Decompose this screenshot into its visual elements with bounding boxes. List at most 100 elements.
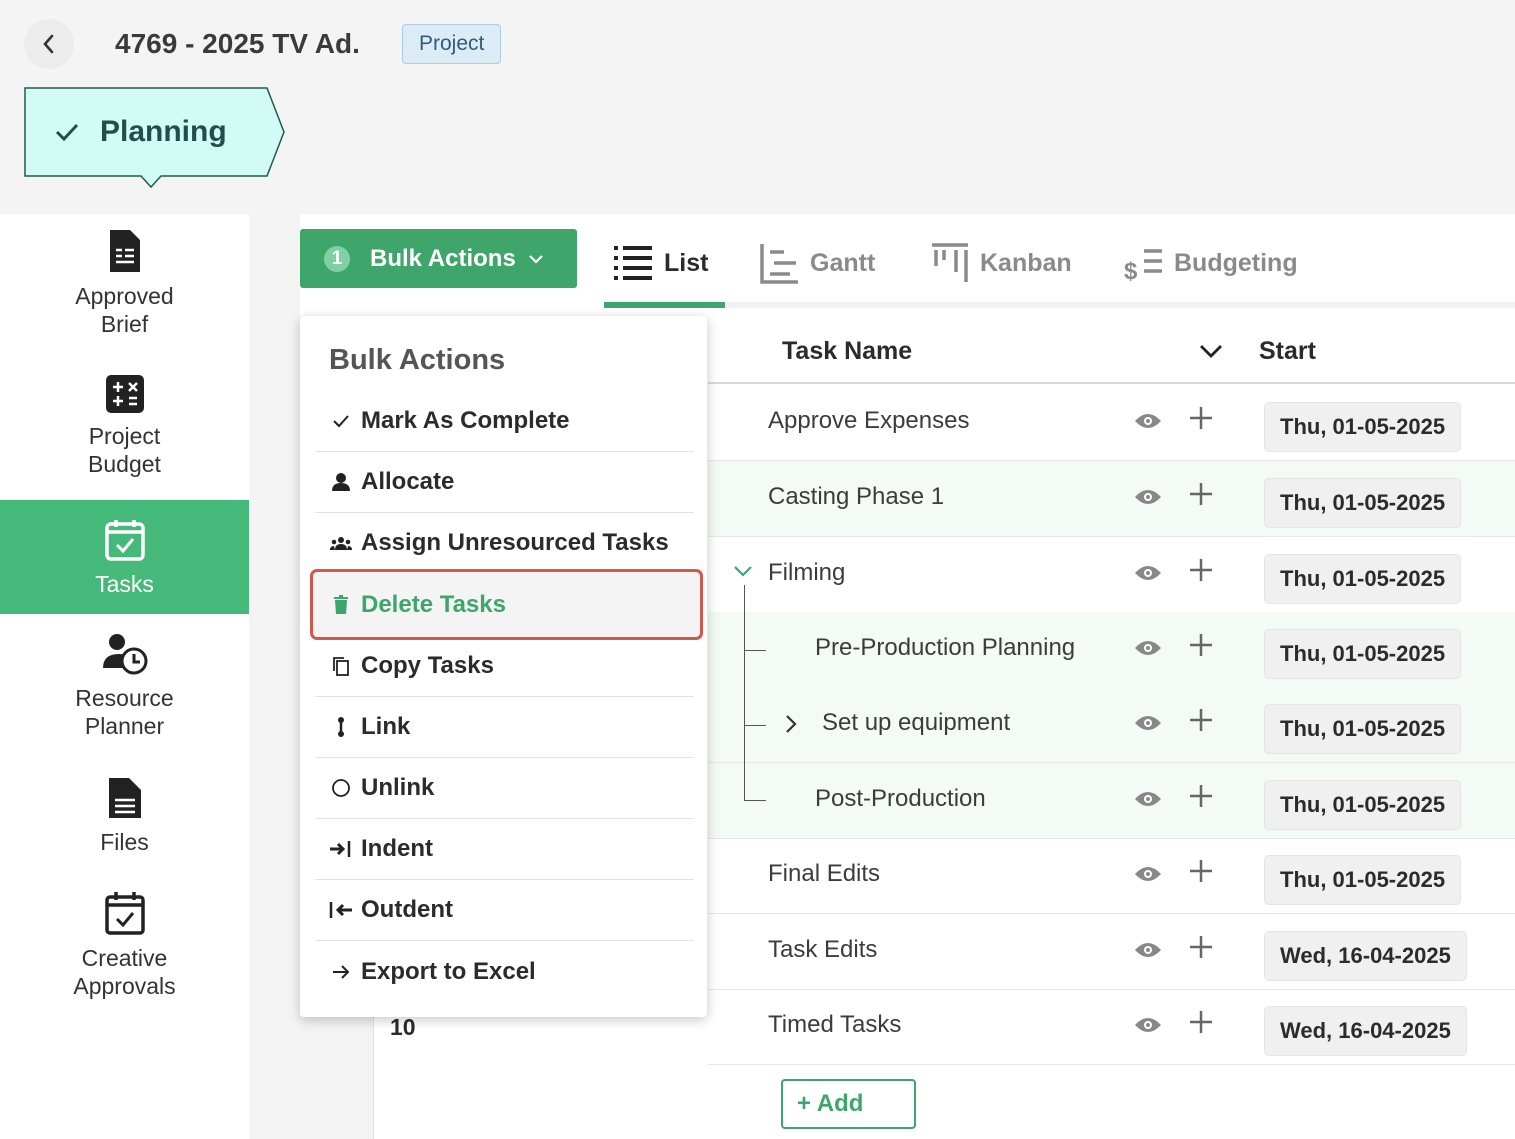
sidebar-item-resource-planner[interactable]: Resource Planner [0, 632, 249, 762]
plus-icon[interactable] [1188, 557, 1214, 583]
eye-icon[interactable] [1134, 940, 1162, 960]
task-name[interactable]: Post-Production [815, 785, 986, 813]
check-icon [329, 414, 353, 428]
menu-item-label: Mark As Complete [361, 407, 570, 434]
start-date[interactable]: Thu, 01-05-2025 [1264, 478, 1462, 528]
tab-budgeting[interactable]: $ Budgeting [1124, 238, 1298, 288]
sidebar-item-label: Approved Brief [75, 283, 174, 337]
plus-icon[interactable] [1188, 858, 1214, 884]
list-icon [614, 246, 652, 280]
task-name[interactable]: Final Edits [768, 860, 880, 888]
table-row[interactable]: Approve Expenses Thu, 01-05-2025 [708, 385, 1515, 461]
task-name[interactable]: Filming [768, 559, 845, 587]
tab-gantt[interactable]: Gantt [760, 238, 875, 288]
menu-item-link[interactable]: Link [315, 697, 694, 758]
stage-planning[interactable]: Planning [24, 87, 286, 189]
menu-item-delete-tasks[interactable]: Delete Tasks [310, 569, 703, 640]
calendar-check-icon [104, 892, 145, 935]
plus-icon[interactable] [1188, 632, 1214, 658]
menu-item-assign-unresourced[interactable]: Assign Unresourced Tasks [315, 513, 694, 574]
menu-item-outdent[interactable]: Outdent [315, 880, 694, 941]
menu-item-label: Assign Unresourced Tasks [361, 529, 669, 556]
task-name[interactable]: Pre-Production Planning [815, 634, 1075, 662]
table-row[interactable]: Set up equipment Thu, 01-05-2025 [708, 687, 1515, 763]
tab-label: Kanban [980, 248, 1072, 277]
start-date[interactable]: Thu, 01-05-2025 [1264, 402, 1462, 452]
task-name[interactable]: Timed Tasks [768, 1011, 901, 1039]
column-header-task-name[interactable]: Task Name [782, 337, 912, 366]
plus-icon[interactable] [1188, 481, 1214, 507]
table-row[interactable]: Final Edits Thu, 01-05-2025 [708, 838, 1515, 914]
calendar-check-icon [104, 520, 145, 561]
plus-icon[interactable] [1188, 783, 1214, 809]
table-row[interactable]: Timed Tasks Wed, 16-04-2025 [708, 989, 1515, 1065]
eye-icon[interactable] [1134, 487, 1162, 507]
start-date[interactable]: Thu, 01-05-2025 [1264, 629, 1462, 679]
header-divider [708, 382, 1515, 384]
chevron-down-icon[interactable] [733, 565, 753, 579]
table-row[interactable]: Task Edits Wed, 16-04-2025 [708, 914, 1515, 990]
start-date[interactable]: Wed, 16-04-2025 [1264, 1006, 1467, 1056]
eye-icon[interactable] [1134, 789, 1162, 809]
bulk-actions-button[interactable]: 1 Bulk Actions [300, 229, 577, 288]
user-icon [329, 472, 353, 492]
back-button[interactable] [24, 19, 74, 69]
menu-item-export-excel[interactable]: Export to Excel [315, 941, 694, 1002]
task-name[interactable]: Task Edits [768, 936, 877, 964]
chevron-left-icon [43, 34, 54, 54]
sidebar-item-files[interactable]: Files [0, 776, 249, 881]
task-name[interactable]: Casting Phase 1 [768, 483, 944, 511]
menu-item-allocate[interactable]: Allocate [315, 452, 694, 513]
plus-icon[interactable] [1188, 934, 1214, 960]
kanban-icon [932, 243, 968, 282]
eye-icon[interactable] [1134, 563, 1162, 583]
start-date[interactable]: Thu, 01-05-2025 [1264, 704, 1462, 754]
eye-icon[interactable] [1134, 411, 1162, 431]
table-row[interactable]: Pre-Production Planning Thu, 01-05-2025 [708, 612, 1515, 688]
menu-item-label: Unlink [361, 774, 435, 801]
tab-label: Gantt [810, 248, 876, 277]
eye-icon[interactable] [1134, 638, 1162, 658]
plus-icon[interactable] [1188, 1009, 1214, 1035]
eye-icon[interactable] [1134, 713, 1162, 733]
table-row[interactable]: Filming Thu, 01-05-2025 [708, 537, 1515, 613]
calculator-icon [105, 375, 144, 413]
column-header-start[interactable]: Start [1259, 337, 1316, 366]
menu-item-copy-tasks[interactable]: Copy Tasks [315, 636, 694, 697]
sidebar-item-label: Creative Approvals [73, 945, 176, 999]
brief-document-icon [109, 230, 140, 272]
task-name[interactable]: Set up equipment [822, 709, 1010, 737]
menu-item-unlink[interactable]: Unlink [315, 758, 694, 819]
menu-item-label: Outdent [361, 896, 453, 923]
sidebar-item-tasks[interactable]: Tasks [0, 500, 249, 614]
sidebar-item-approved-brief[interactable]: Approved Brief [0, 228, 249, 363]
table-row[interactable]: Post-Production Thu, 01-05-2025 [708, 763, 1515, 839]
chevron-down-icon[interactable] [1198, 342, 1224, 360]
start-date[interactable]: Thu, 01-05-2025 [1264, 780, 1462, 830]
trash-icon [329, 594, 353, 615]
task-name[interactable]: Approve Expenses [768, 407, 969, 435]
eye-icon[interactable] [1134, 864, 1162, 884]
check-icon [55, 123, 79, 142]
menu-item-indent[interactable]: Indent [315, 819, 694, 880]
start-date[interactable]: Thu, 01-05-2025 [1264, 855, 1462, 905]
indent-icon [329, 840, 353, 858]
table-row[interactable]: Casting Phase 1 Thu, 01-05-2025 [708, 461, 1515, 537]
menu-item-mark-complete[interactable]: Mark As Complete [315, 391, 694, 452]
plus-icon[interactable] [1188, 707, 1214, 733]
tab-list[interactable]: List [612, 238, 708, 288]
add-task-button[interactable]: + Add [781, 1079, 916, 1129]
sidebar-item-project-budget[interactable]: Project Budget [0, 374, 249, 504]
eye-icon[interactable] [1134, 1015, 1162, 1035]
plus-icon[interactable] [1188, 405, 1214, 431]
menu-item-label: Copy Tasks [361, 652, 494, 679]
tab-kanban[interactable]: Kanban [930, 238, 1072, 288]
outdent-icon [329, 901, 353, 919]
chevron-right-icon[interactable] [784, 714, 798, 734]
bulk-actions-label: Bulk Actions [370, 244, 516, 272]
start-date[interactable]: Thu, 01-05-2025 [1264, 554, 1462, 604]
start-date[interactable]: Wed, 16-04-2025 [1264, 931, 1467, 981]
sidebar-item-creative-approvals[interactable]: Creative Approvals [0, 890, 249, 1020]
sidebar-item-label: Resource Planner [75, 685, 174, 739]
menu-item-label: Delete Tasks [361, 590, 506, 618]
